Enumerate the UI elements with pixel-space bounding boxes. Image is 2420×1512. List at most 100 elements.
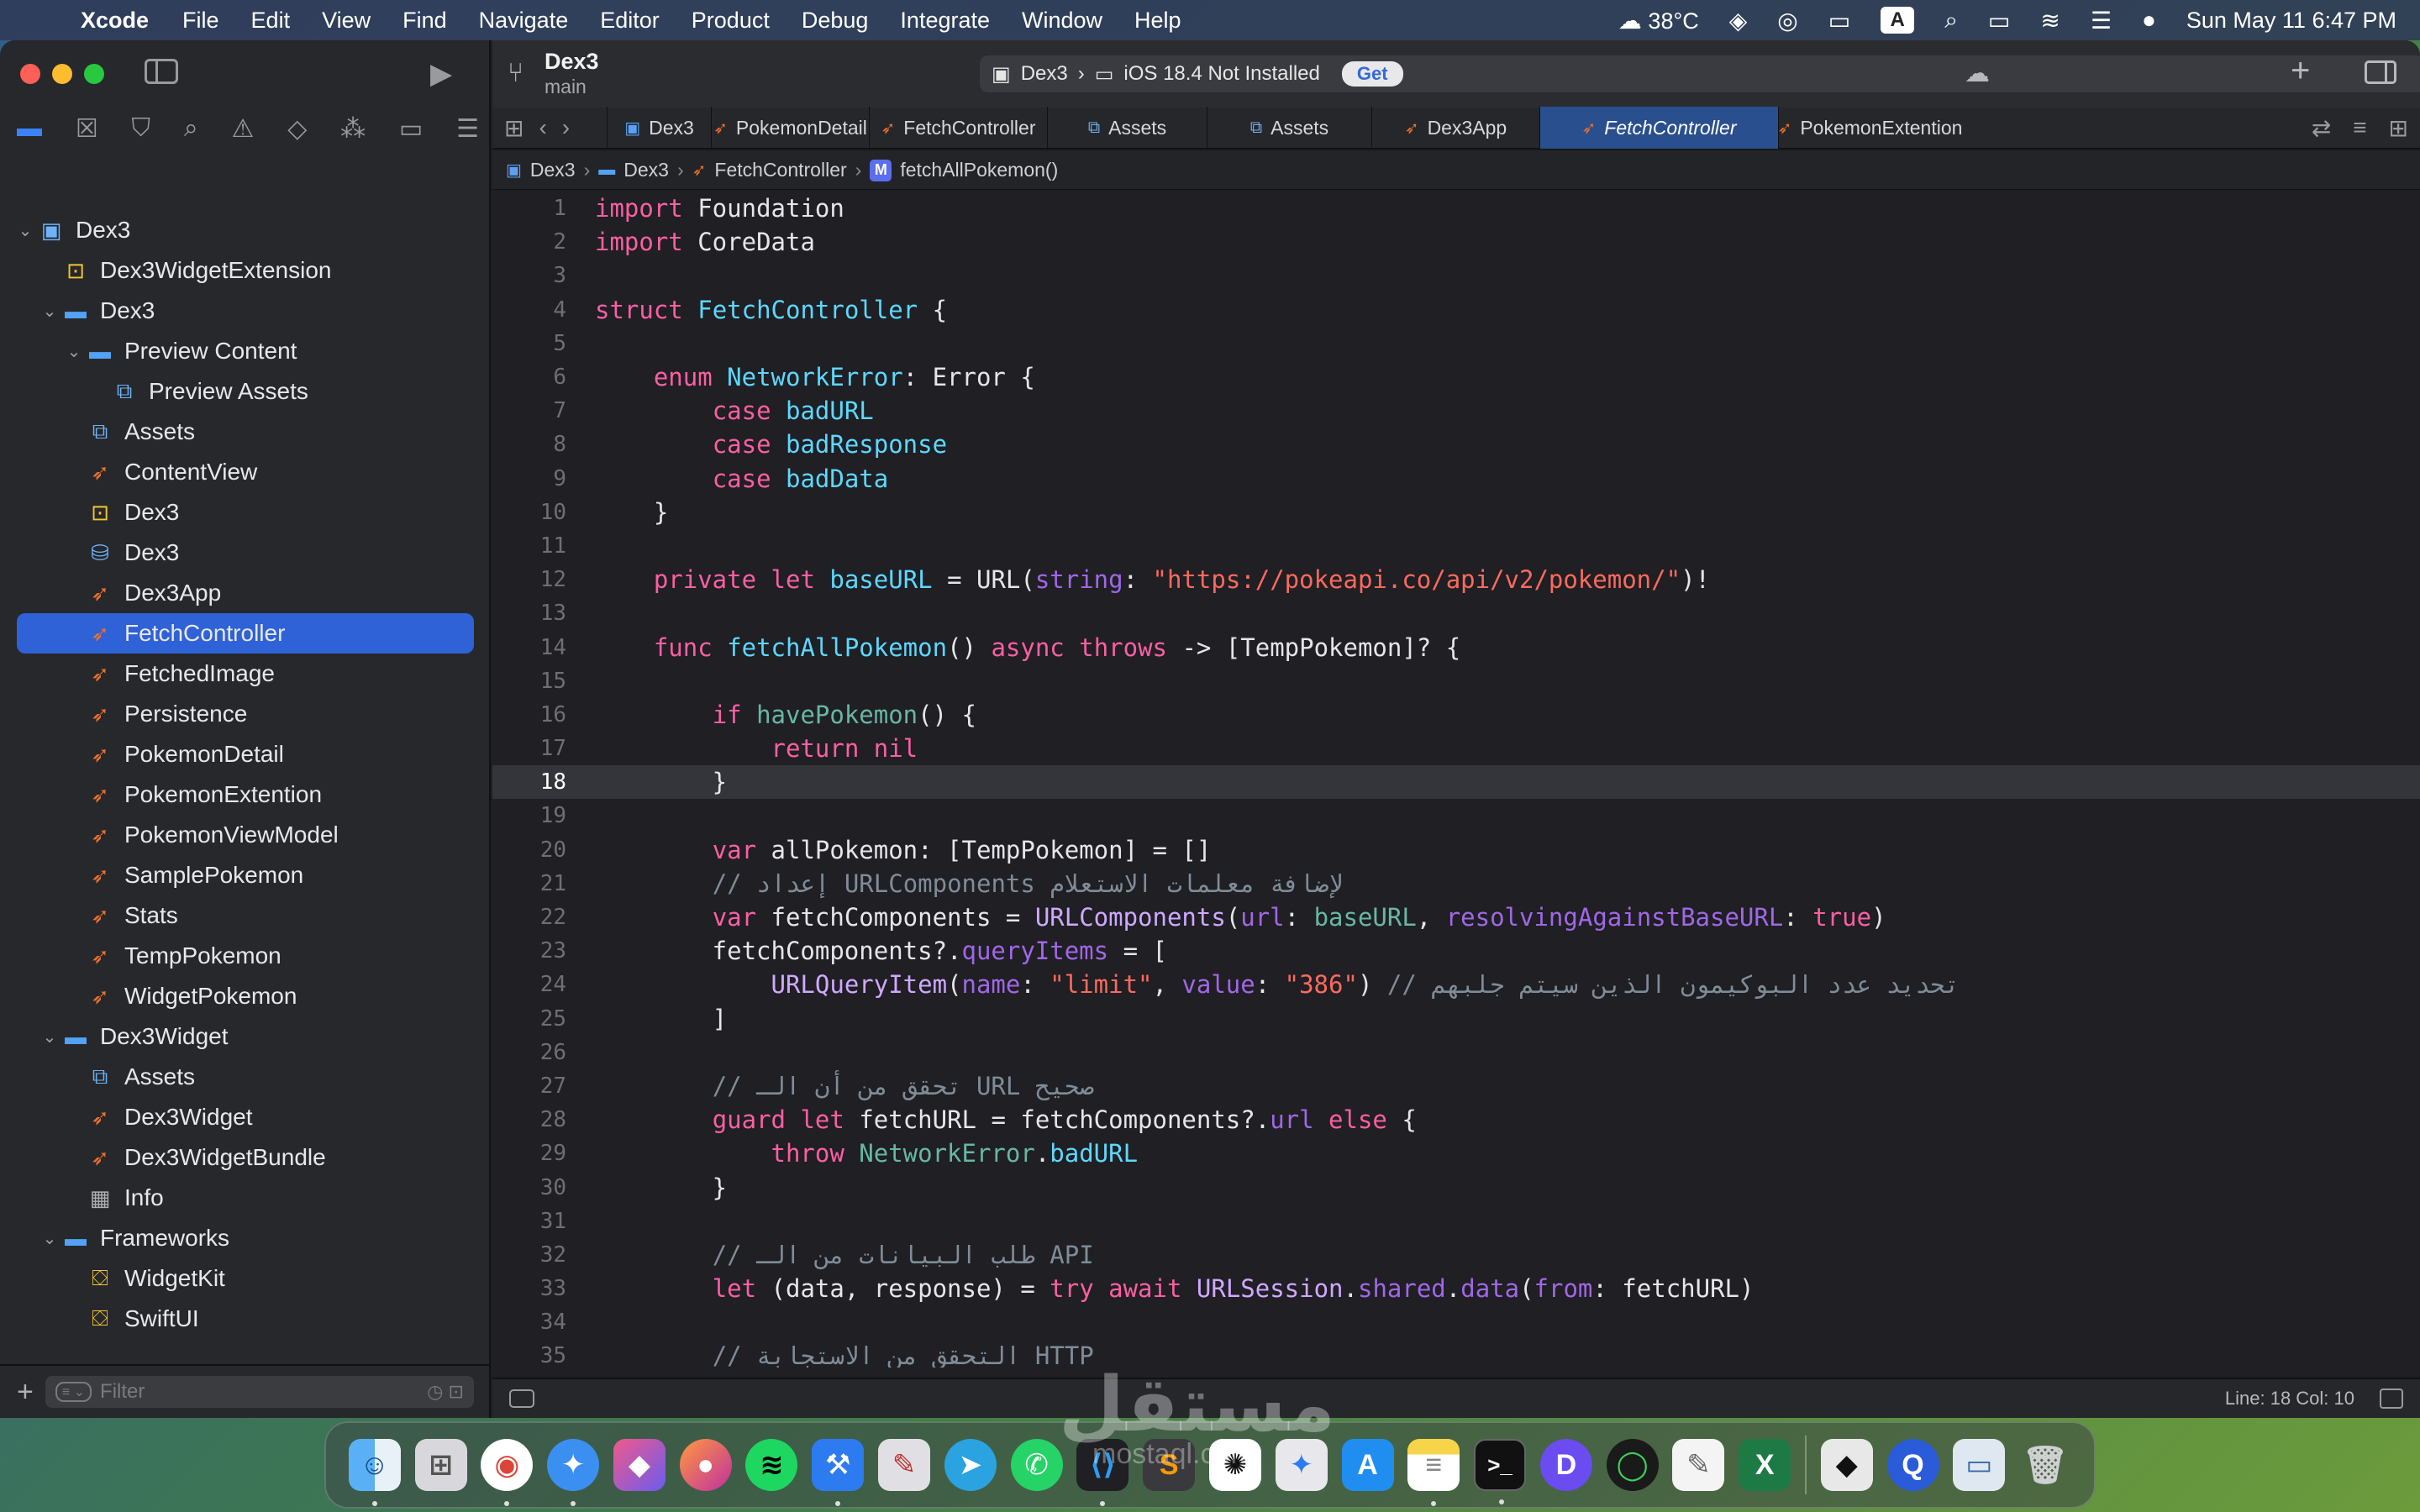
- tree-item[interactable]: ➶ Dex3Widget: [0, 1097, 491, 1137]
- code-line[interactable]: 6 enum NetworkError: Error {: [492, 360, 2420, 394]
- chevron-down-icon[interactable]: ⌄: [38, 1228, 61, 1249]
- tree-item[interactable]: ⧉ Preview Assets: [0, 371, 491, 412]
- sidebar-toggle-icon[interactable]: [145, 59, 178, 84]
- code-line[interactable]: 30 }: [492, 1170, 2420, 1204]
- tree-item[interactable]: ⛋ SwiftUI: [0, 1299, 491, 1339]
- swap-icon[interactable]: ⇄: [2312, 114, 2331, 142]
- code-line[interactable]: 15: [492, 664, 2420, 698]
- menu-editor[interactable]: Editor: [600, 8, 660, 34]
- editor-tab[interactable]: ➶ FetchController: [1539, 107, 1778, 149]
- editor-tab[interactable]: ➶ PokemonDetail: [711, 107, 869, 149]
- code-line[interactable]: 23 fetchComponents?.queryItems = [: [492, 934, 2420, 968]
- code-line[interactable]: 25 ]: [492, 1002, 2420, 1036]
- back-arrow-icon[interactable]: ‹: [539, 114, 546, 142]
- code-line[interactable]: 26: [492, 1036, 2420, 1069]
- code-line[interactable]: 4 struct FetchController {: [492, 293, 2420, 327]
- editor-tab[interactable]: ⧉ Assets: [1207, 107, 1371, 149]
- editor-tab[interactable]: ➶ FetchController: [869, 107, 1047, 149]
- chevron-down-icon[interactable]: ⌄: [38, 301, 61, 322]
- scheme-name[interactable]: Dex3: [1021, 62, 1068, 86]
- minimize-window-button[interactable]: [52, 64, 72, 84]
- code-line[interactable]: 5: [492, 327, 2420, 360]
- forward-arrow-icon[interactable]: ›: [562, 114, 570, 142]
- activity-ring-icon[interactable]: ◯: [1606, 1439, 1659, 1491]
- find-navigator-icon[interactable]: ⌕: [184, 114, 198, 144]
- textedit-icon[interactable]: ✎: [1672, 1439, 1725, 1491]
- editor-tab[interactable]: ➶ Dex3App: [1371, 107, 1539, 149]
- menu-app-name[interactable]: Xcode: [81, 8, 149, 34]
- airdrop-icon[interactable]: ◎: [1777, 7, 1797, 34]
- code-line[interactable]: 35 // التحقق من الاستجابة HTTP: [492, 1339, 2420, 1368]
- finder-icon[interactable]: ☺: [348, 1439, 401, 1506]
- tree-item[interactable]: ➶ Stats: [0, 895, 491, 936]
- xcode-cloud-icon[interactable]: ☁: [1965, 59, 1990, 88]
- trash-icon[interactable]: 🗑: [2019, 1439, 2071, 1491]
- code-line[interactable]: 1 import Foundation: [492, 192, 2420, 225]
- code-line[interactable]: 34: [492, 1305, 2420, 1339]
- control-center-icon[interactable]: ☰: [2091, 7, 2112, 34]
- layers-icon[interactable]: ◈: [1729, 7, 1748, 34]
- tree-item[interactable]: ⊡ Dex3: [0, 492, 491, 533]
- filter-input[interactable]: ≡ ⌄ Filter ◷ ⊡: [45, 1376, 474, 1408]
- tree-item[interactable]: ➶ PokemonDetail: [0, 734, 491, 774]
- code-line[interactable]: 17 return nil: [492, 732, 2420, 765]
- code-line[interactable]: 3: [492, 259, 2420, 292]
- siri-icon[interactable]: ●: [2142, 7, 2156, 34]
- menu-debug[interactable]: Debug: [802, 8, 869, 34]
- chevron-down-icon[interactable]: ⌄: [38, 1026, 61, 1047]
- zoom-window-button[interactable]: [84, 64, 104, 84]
- breadcrumb-folder[interactable]: Dex3: [623, 159, 669, 181]
- code-line[interactable]: 10 }: [492, 496, 2420, 529]
- editor-tab[interactable]: ⧉ Assets: [1047, 107, 1207, 149]
- spotlight-search-icon[interactable]: ⌕: [1944, 7, 1958, 34]
- menu-integrate[interactable]: Integrate: [900, 8, 990, 34]
- app-store-icon[interactable]: A: [1341, 1439, 1394, 1491]
- add-editor-icon[interactable]: ⊞: [2389, 114, 2408, 142]
- tree-item[interactable]: ➶ WidgetPokemon: [0, 976, 491, 1016]
- console-toggle-icon[interactable]: [2380, 1389, 2403, 1409]
- code-line[interactable]: 2 import CoreData: [492, 225, 2420, 259]
- code-line[interactable]: 16 if havePokemon() {: [492, 698, 2420, 732]
- folder-navigator-icon[interactable]: ▬: [17, 114, 42, 144]
- code-line[interactable]: 33 let (data, response) = try await URLS…: [492, 1272, 2420, 1305]
- code-line[interactable]: 18 }: [492, 765, 2420, 800]
- tree-item[interactable]: ⌄ ▬ Preview Content: [0, 331, 491, 371]
- menu-file[interactable]: File: [182, 8, 219, 34]
- recent-files-icon[interactable]: ◷ ⊡: [427, 1381, 464, 1403]
- menu-help[interactable]: Help: [1134, 8, 1181, 34]
- code-line[interactable]: 9 case badData: [492, 462, 2420, 496]
- filter-options-icon[interactable]: ≡ ⌄: [55, 1382, 92, 1402]
- tree-item[interactable]: ➶ FetchController: [17, 613, 474, 654]
- get-platform-button[interactable]: Get: [1341, 61, 1403, 87]
- test-navigator-icon[interactable]: ◇: [287, 114, 307, 144]
- quicktime-icon[interactable]: Q: [1886, 1439, 1939, 1491]
- preview-icon[interactable]: ▭: [1953, 1439, 2006, 1491]
- xcode-icon[interactable]: ⚒: [812, 1439, 865, 1506]
- code-line[interactable]: 19: [492, 799, 2420, 832]
- menu-product[interactable]: Product: [692, 8, 770, 34]
- safari-icon[interactable]: ✦: [547, 1439, 600, 1506]
- notes-icon[interactable]: ≡: [1407, 1439, 1460, 1506]
- tree-item[interactable]: ⊡ Dex3WidgetExtension: [0, 250, 491, 291]
- play-icon[interactable]: ▶: [430, 57, 452, 91]
- code-line[interactable]: 29 throw NetworkError.badURL: [492, 1137, 2420, 1170]
- firefox-icon[interactable]: ●: [679, 1439, 732, 1491]
- launchpad-icon[interactable]: ⊞: [414, 1439, 467, 1491]
- tree-item[interactable]: ⌄ ▬ Frameworks: [0, 1218, 491, 1258]
- editor-options-icon[interactable]: ≡: [2353, 114, 2366, 142]
- tree-item[interactable]: ➶ FetchedImage: [0, 654, 491, 694]
- breadcrumb-symbol[interactable]: fetchAllPokemon(): [900, 159, 1058, 181]
- editor-tab[interactable]: ▣ Dex3: [607, 107, 711, 149]
- tree-item[interactable]: ⧉ Assets: [0, 412, 491, 452]
- code-line[interactable]: 20 var allPokemon: [TempPokemon] = []: [492, 833, 2420, 867]
- menu-find[interactable]: Find: [402, 8, 447, 34]
- tree-item[interactable]: ➶ ContentView: [0, 452, 491, 492]
- tree-item[interactable]: ➶ Dex3App: [0, 573, 491, 613]
- code-line[interactable]: 8 case badResponse: [492, 428, 2420, 461]
- add-file-icon[interactable]: +: [17, 1376, 34, 1409]
- code-line[interactable]: 22 var fetchComponents = URLComponents(u…: [492, 900, 2420, 934]
- breakpoint-navigator-icon[interactable]: ▭: [399, 114, 423, 144]
- chevron-down-icon[interactable]: ⌄: [62, 341, 86, 362]
- branch-icon[interactable]: ⑂: [508, 57, 523, 88]
- code-editor[interactable]: 1 import Foundation 2 import CoreData 3 4 stru…: [492, 192, 2420, 1368]
